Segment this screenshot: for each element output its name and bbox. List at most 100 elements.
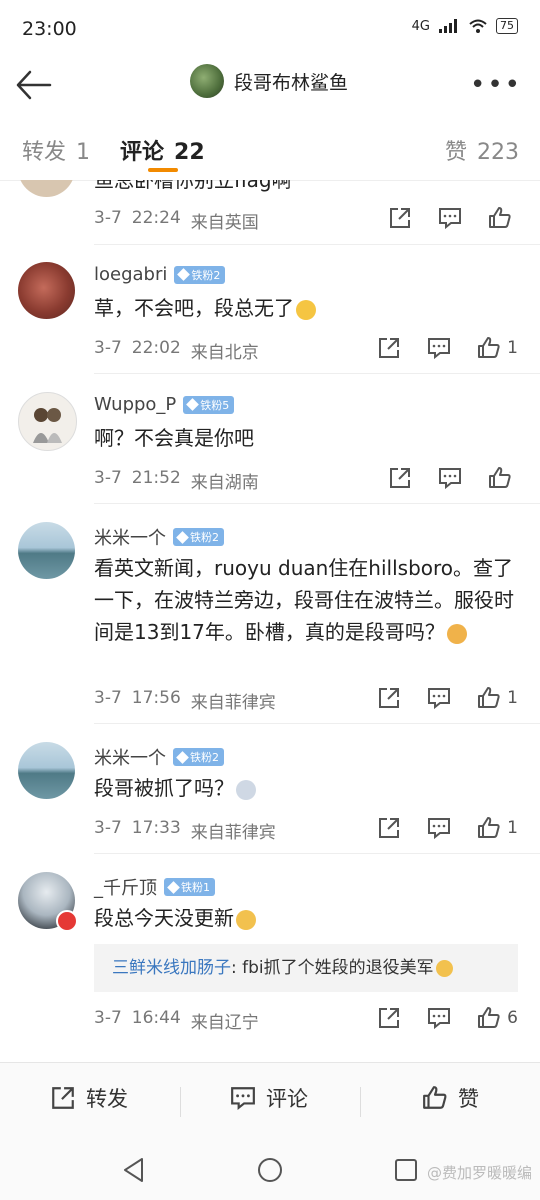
nav-home-icon[interactable]: [256, 1156, 284, 1184]
more-icon[interactable]: •••: [470, 70, 522, 100]
comment-location: 来自英国: [190, 213, 259, 233]
comment-text: 段总今天没更新: [94, 902, 518, 934]
arrow-left-icon: [16, 70, 52, 100]
comment-item: Wuppo_P 铁粉5 啊？不会真是你吧 3-7 21:52 来自湖南: [0, 374, 540, 504]
fan-badge-label: 铁粉1: [181, 881, 210, 894]
reply-text: : fbi抓了个姓段的退役美军: [231, 958, 434, 978]
like-action[interactable]: 1: [477, 686, 518, 710]
comment-icon: [439, 208, 461, 230]
fan-badge[interactable]: 铁粉2: [174, 265, 226, 284]
back-button[interactable]: [14, 66, 54, 104]
like-count: 1: [507, 338, 518, 358]
status-time: 23:00: [22, 18, 77, 40]
thumbs-up-icon: [489, 207, 511, 228]
status-icons: 4G 75: [412, 18, 518, 34]
repost-action[interactable]: [388, 466, 412, 490]
like-action[interactable]: 1: [477, 816, 518, 840]
comment-button[interactable]: 评论: [230, 1083, 308, 1113]
tab-bar: 转发 1 评论 22 赞 223: [0, 118, 540, 181]
comment-text-content: 段总今天没更新: [94, 906, 234, 930]
diamond-icon: [176, 530, 189, 544]
comment-time: 22:24: [131, 208, 181, 228]
username[interactable]: _千斤顶: [94, 874, 157, 900]
top-bar: 段哥布林鲨鱼 •••: [0, 58, 540, 112]
share-icon: [52, 1087, 74, 1109]
tab-repost-label: 转发: [22, 140, 67, 165]
comment-meta: 3-7 17:33 来自菲律宾: [94, 818, 276, 843]
reply-action[interactable]: [427, 336, 451, 360]
title-wrap[interactable]: 段哥布林鲨鱼: [190, 64, 348, 98]
tab-comment-count: 22: [174, 140, 205, 165]
fan-badge-label: 铁粉2: [190, 751, 219, 764]
fan-badge[interactable]: 铁粉5: [183, 395, 235, 414]
username[interactable]: 米米一个: [94, 524, 166, 550]
like-action[interactable]: 6: [477, 1006, 518, 1030]
like-action[interactable]: 1: [477, 336, 518, 360]
repost-button[interactable]: 转发: [50, 1083, 128, 1113]
diamond-icon: [186, 398, 200, 411]
header-avatar[interactable]: [190, 64, 224, 98]
fan-badge[interactable]: 铁粉2: [173, 748, 224, 766]
like-action[interactable]: [488, 206, 518, 230]
signal-icon: [439, 19, 457, 33]
comment-icon: [428, 818, 451, 840]
thumbs-up-icon: [478, 817, 500, 838]
share-icon: [379, 688, 400, 708]
repost-action[interactable]: [388, 206, 412, 230]
tab-repost-count: 1: [76, 140, 91, 165]
comment-meta: 3-7 21:52 来自湖南: [94, 468, 259, 493]
wifi-icon: [469, 19, 487, 33]
nav-back-icon[interactable]: [120, 1156, 148, 1184]
divider: [360, 1087, 361, 1117]
avatar[interactable]: [18, 262, 75, 319]
comment-location: 来自菲律宾: [190, 693, 276, 713]
fan-badge-label: 铁粉2: [190, 531, 219, 544]
reply-action[interactable]: [427, 686, 451, 710]
comment-icon: [428, 1008, 451, 1030]
crying-emoji-icon: [296, 299, 316, 320]
diamond-icon: [176, 750, 189, 764]
username[interactable]: 米米一个: [94, 744, 166, 770]
comment-location: 来自湖南: [190, 473, 259, 493]
tab-repost[interactable]: 转发 1: [22, 134, 90, 166]
like-button[interactable]: 赞: [422, 1083, 479, 1113]
tab-like-label: 赞: [445, 140, 468, 165]
like-count: 1: [507, 688, 518, 708]
comment-actions: 1: [377, 336, 518, 360]
avatar[interactable]: [18, 392, 77, 451]
nav-recents-icon[interactable]: [392, 1156, 420, 1184]
username[interactable]: loegabri: [94, 264, 167, 285]
username-line: 米米一个 铁粉2: [94, 524, 224, 550]
repost-action[interactable]: [377, 336, 401, 360]
reply-action[interactable]: [427, 816, 451, 840]
page-title: 段哥布林鲨鱼: [234, 71, 349, 94]
comment-text: 看英文新闻，ruoyu duan住在hillsboro。查了一下，在波特兰旁边，…: [94, 552, 518, 648]
avatar[interactable]: [18, 522, 75, 579]
comment-date: 3-7: [94, 468, 122, 488]
avatar[interactable]: [18, 180, 75, 197]
reply-action[interactable]: [438, 206, 462, 230]
fan-badge[interactable]: 铁粉2: [173, 528, 224, 546]
divider: [180, 1087, 181, 1117]
fan-badge[interactable]: 铁粉1: [164, 878, 215, 896]
comment-icon: [428, 688, 451, 710]
reply-preview[interactable]: 三鲜米线加肠子: fbi抓了个姓段的退役美军: [94, 944, 518, 992]
username-line: _千斤顶 铁粉1: [94, 874, 215, 900]
avatar[interactable]: [18, 742, 75, 799]
reply-action[interactable]: [438, 466, 462, 490]
repost-button-label: 转发: [86, 1087, 128, 1111]
username[interactable]: Wuppo_P: [94, 394, 176, 415]
reply-username[interactable]: 三鲜米线加肠子: [112, 958, 231, 978]
reply-action[interactable]: [427, 1006, 451, 1030]
tab-comment-label: 评论: [120, 140, 165, 165]
comment-button-label: 评论: [266, 1087, 308, 1111]
tab-like[interactable]: 赞 223: [445, 134, 519, 166]
repost-action[interactable]: [377, 1006, 401, 1030]
repost-action[interactable]: [377, 816, 401, 840]
like-count: 1: [507, 818, 518, 838]
comment-time: 21:52: [131, 468, 181, 488]
repost-action[interactable]: [377, 686, 401, 710]
like-action[interactable]: [488, 466, 518, 490]
tab-comment[interactable]: 评论 22: [120, 134, 205, 166]
comment-meta: 3-7 22:02 来自北京: [94, 338, 259, 363]
